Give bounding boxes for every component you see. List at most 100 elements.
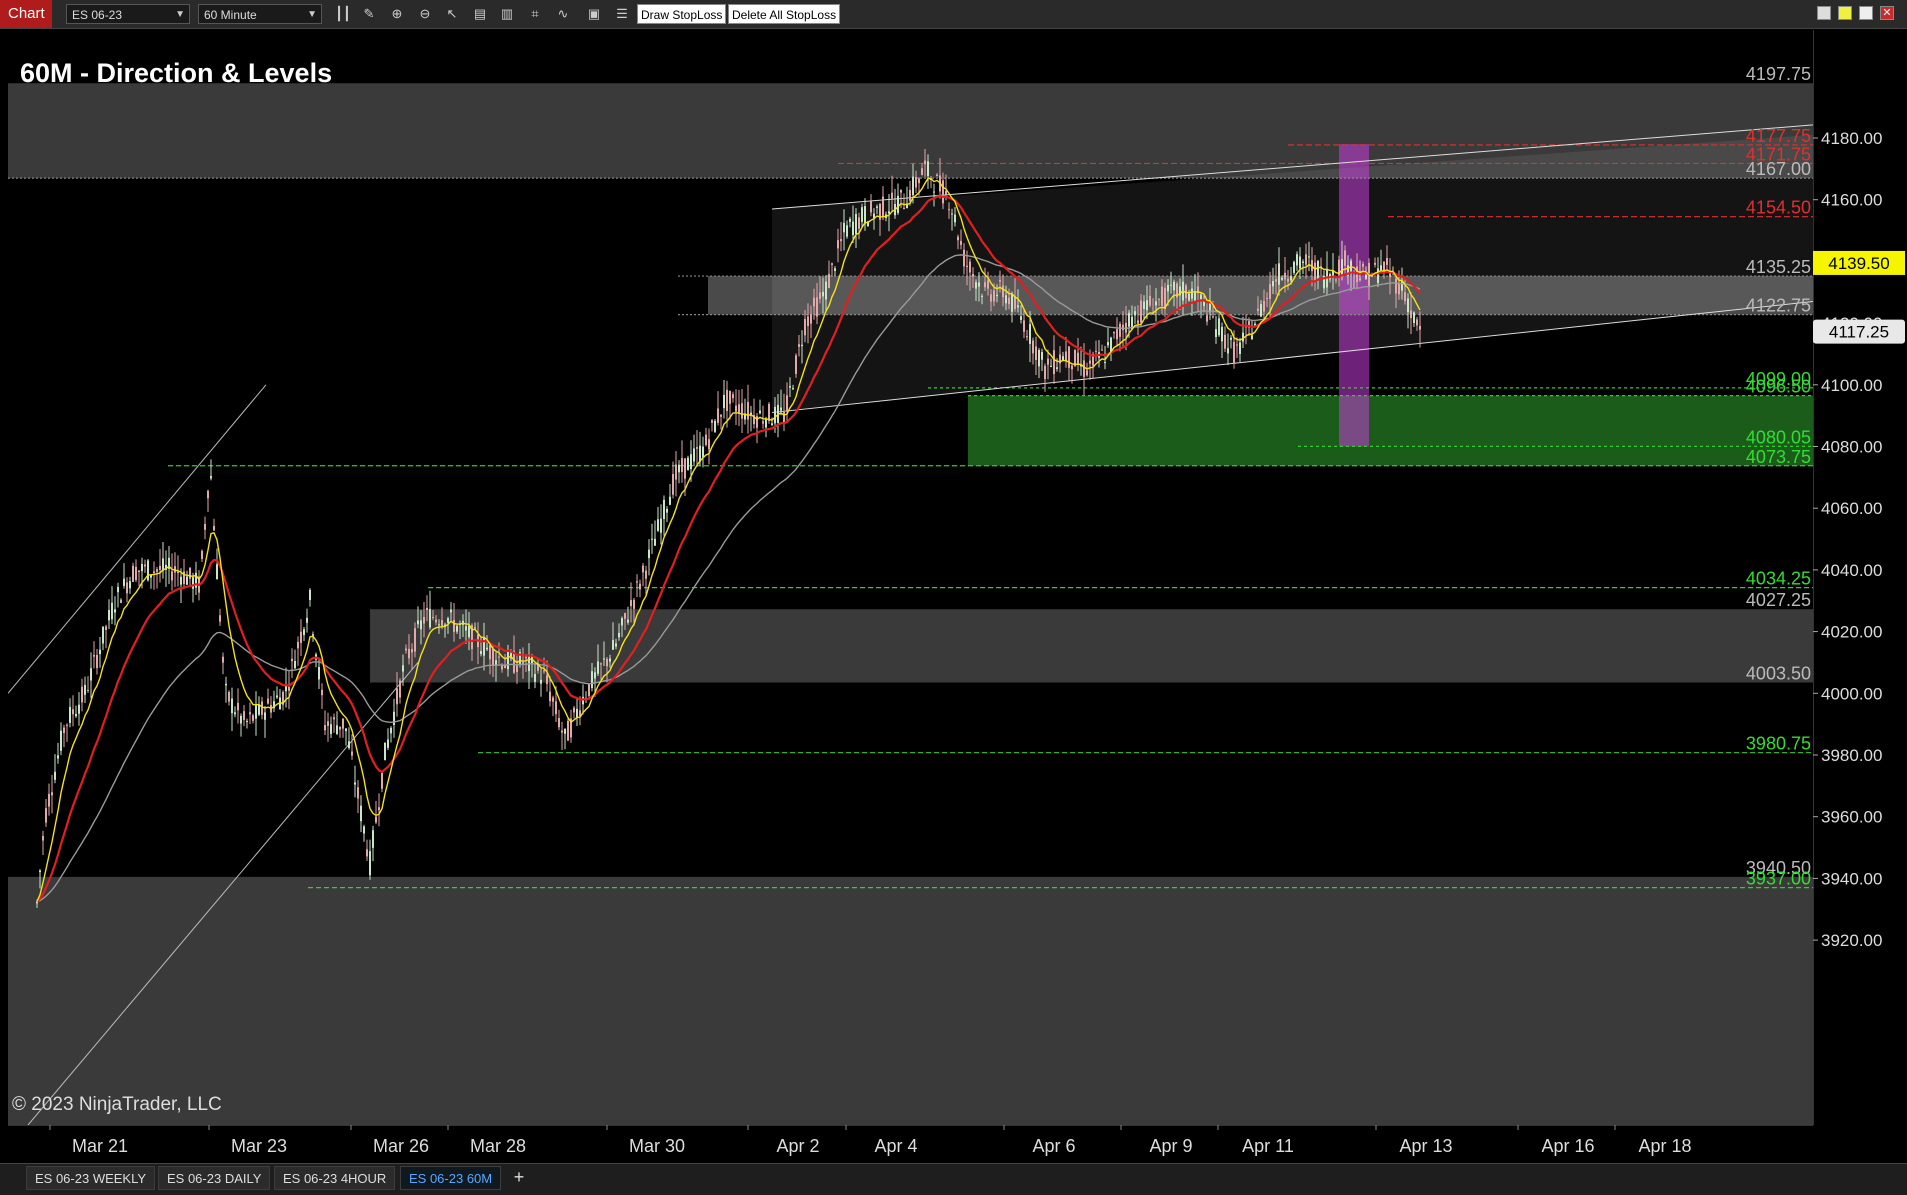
price-axis[interactable]: 4180.004160.004140.004120.004100.004080.…: [1812, 30, 1907, 1125]
candle-body: [69, 706, 71, 723]
candle-body: [1287, 278, 1289, 282]
zoom-out-icon[interactable]: ⊖: [416, 5, 434, 23]
pointer-icon[interactable]: ↖: [443, 5, 461, 23]
menu-icon[interactable]: ☰: [613, 5, 631, 23]
candle-body: [387, 739, 389, 748]
candle-body: [999, 280, 1001, 282]
add-tab-icon[interactable]: +: [508, 1166, 530, 1190]
zoom-in-icon[interactable]: ⊕: [388, 5, 406, 23]
candle-body: [765, 419, 767, 428]
candle-body: [1095, 350, 1097, 352]
candle-body: [456, 625, 458, 632]
candle-body: [1416, 319, 1418, 326]
link-window-icon[interactable]: [1838, 6, 1852, 20]
candle-body: [1062, 356, 1064, 361]
candle-body: [1005, 295, 1007, 304]
candle-body: [693, 448, 695, 462]
close-window-icon[interactable]: ✕: [1880, 6, 1894, 20]
candle-body: [402, 665, 404, 672]
time-tick-label: Apr 2: [776, 1136, 819, 1156]
price-tick-label: 3980.00: [1821, 746, 1882, 765]
candle-body: [390, 727, 392, 734]
candle-body: [597, 661, 599, 674]
candle-body: [1104, 361, 1106, 363]
candle-body: [1275, 279, 1277, 282]
candle-body: [957, 236, 959, 241]
chart-label[interactable]: Chart: [0, 0, 52, 28]
candle-body: [348, 741, 350, 749]
tab-daily[interactable]: ES 06-23 DAILY: [158, 1166, 271, 1190]
candle-body: [159, 565, 161, 570]
candle-body: [1086, 370, 1088, 376]
candle-body: [696, 447, 698, 449]
interval-value: 60 Minute: [204, 8, 257, 22]
candle-body: [678, 464, 680, 473]
candle-body: [987, 280, 989, 289]
instrument-selector[interactable]: ES 06-23 ▼: [66, 4, 190, 24]
tab-weekly[interactable]: ES 06-23 WEEKLY: [26, 1166, 156, 1190]
candle-body: [1239, 342, 1241, 354]
data-box-icon[interactable]: ▤: [471, 5, 489, 23]
drawing-tool-icon[interactable]: ✎: [360, 5, 378, 23]
candle-body: [1122, 324, 1124, 331]
trend-line-left: [7, 384, 267, 694]
candle-body: [156, 569, 158, 572]
candle-body: [405, 648, 407, 651]
candle-body: [618, 632, 620, 638]
candle-body: [588, 684, 590, 696]
candle-body: [768, 403, 770, 421]
time-axis[interactable]: Mar 21 Mar 23 Mar 26 Mar 28 Mar 30 Apr 2 Apr 4…: [8, 1124, 1813, 1163]
candle-body: [264, 712, 266, 720]
indicators-icon[interactable]: ∿: [554, 5, 572, 23]
candle-body: [576, 708, 578, 717]
tab-60m[interactable]: ES 06-23 60M: [400, 1166, 502, 1190]
candle-body: [1047, 358, 1049, 365]
candle-body: [399, 680, 401, 698]
strategies-icon[interactable]: ⌗: [526, 5, 544, 23]
candle-body: [1218, 318, 1220, 336]
candle-body: [147, 560, 149, 581]
candle-body: [303, 629, 305, 635]
candle-body: [660, 518, 662, 533]
price-chart[interactable]: 4197.754177.754171.754167.004154.504135.…: [7, 30, 1814, 1126]
candle-body: [669, 496, 671, 505]
bar-style-icon[interactable]: ┃┃: [334, 5, 352, 23]
maximize-window-icon[interactable]: [1859, 6, 1873, 20]
level-label: 4027.25: [1746, 590, 1811, 610]
draw-stoploss-button[interactable]: Draw StopLoss: [637, 4, 727, 24]
price-tick-label: 4000.00: [1821, 684, 1882, 703]
interval-selector[interactable]: 60 Minute ▼: [198, 4, 322, 24]
candle-body: [480, 651, 482, 654]
candle-body: [1317, 261, 1319, 281]
candle-body: [1146, 300, 1148, 311]
templates-icon[interactable]: ▥: [498, 5, 516, 23]
candle-body: [204, 524, 206, 530]
candle-body: [1302, 261, 1304, 263]
properties-icon[interactable]: ▣: [585, 5, 603, 23]
candle-body: [1071, 365, 1073, 370]
minimize-window-icon[interactable]: [1817, 6, 1831, 20]
candle-body: [375, 816, 377, 823]
candle-body: [990, 294, 992, 302]
candle-body: [600, 663, 602, 665]
candle-body: [186, 576, 188, 585]
candle-body: [378, 807, 380, 811]
candle-body: [357, 787, 359, 799]
candle-body: [672, 473, 674, 495]
tab-4hour[interactable]: ES 06-23 4HOUR: [274, 1166, 396, 1190]
candle-body: [1278, 263, 1280, 285]
candle-body: [1089, 360, 1091, 364]
candle-body: [207, 490, 209, 499]
price-tick-label: 3940.00: [1821, 869, 1882, 888]
candle-body: [336, 725, 338, 734]
delete-stoploss-button[interactable]: Delete All StopLoss: [728, 4, 841, 24]
candle-body: [372, 830, 374, 848]
candle-body: [972, 273, 974, 277]
level-label: 4135.25: [1746, 257, 1811, 277]
candle-body: [123, 578, 125, 586]
candle-body: [675, 464, 677, 480]
candle-body: [951, 213, 953, 215]
candle-body: [1407, 298, 1409, 313]
candle-body: [948, 209, 950, 211]
chart-panel[interactable]: 4197.75 4177.75 4171.75 4167.00 4154.50 4135.…: [7, 30, 1814, 1126]
